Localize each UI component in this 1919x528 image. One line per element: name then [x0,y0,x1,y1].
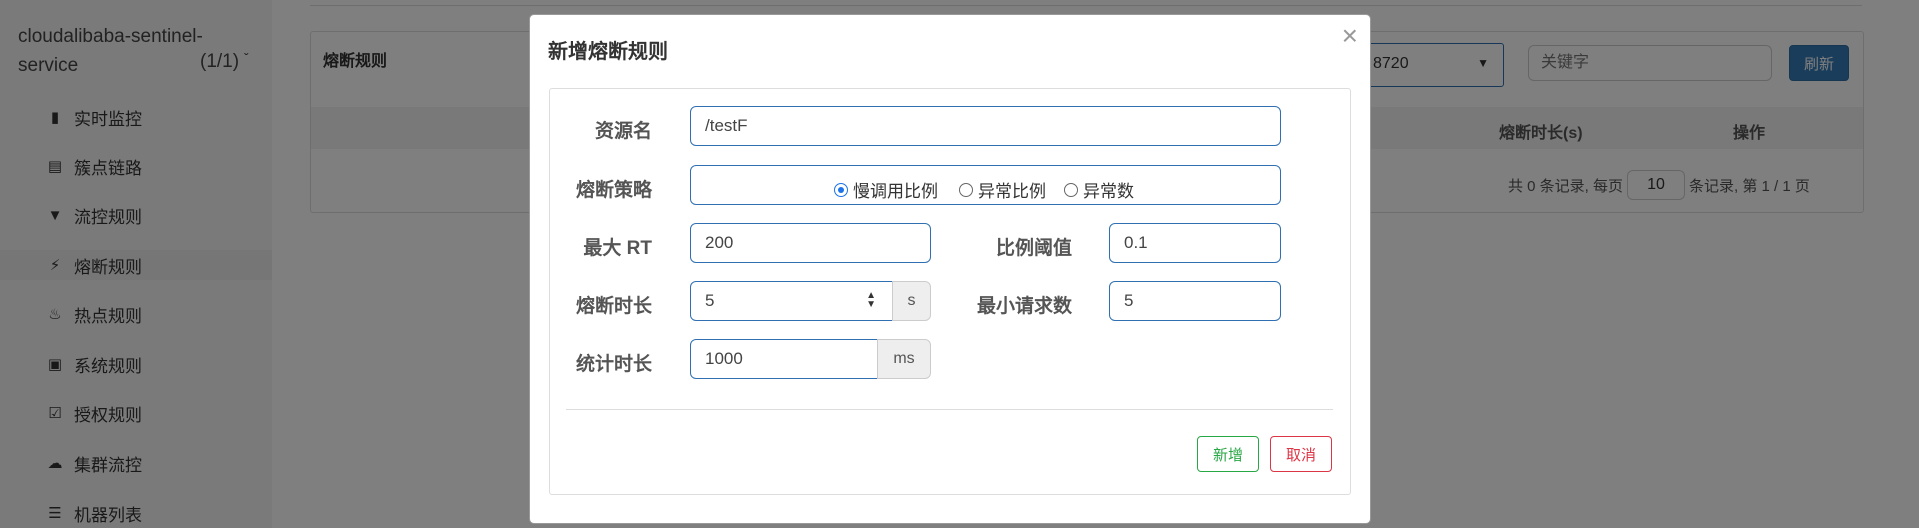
radio-label: 异常比例 [978,182,1046,201]
strategy-radio-group: 慢调用比例 异常比例 异常数 [690,165,1281,205]
break-duration-label: 熔断时长 [575,296,652,317]
radio-error-ratio[interactable]: 异常比例 [959,177,1046,202]
add-button[interactable]: 新增 [1197,436,1259,472]
spinner-arrows-icon[interactable]: ▲ ▼ [866,291,876,310]
break-duration-value: 5 [705,291,715,310]
radio-unselected-icon [959,182,973,197]
stat-duration-input[interactable]: 1000 [690,339,878,379]
stat-duration-unit: ms [877,339,931,379]
resource-label: 资源名 [594,121,652,142]
stat-duration-label: 统计时长 [575,354,652,375]
radio-unselected-icon [1064,182,1078,197]
break-duration-input[interactable]: 5 ▲ ▼ [690,281,893,321]
resource-name-input[interactable]: /testF [690,106,1281,146]
min-requests-label: 最小请求数 [976,296,1072,317]
radio-slow-ratio[interactable]: 慢调用比例 [834,177,938,202]
radio-selected-icon [834,182,848,197]
modal-title: 新增熔断规则 [548,41,668,63]
ratio-threshold-input[interactable]: 0.1 [1109,223,1281,263]
radio-label: 慢调用比例 [853,182,938,201]
max-rt-input[interactable]: 200 [690,223,931,263]
close-icon[interactable]: × [1342,21,1358,51]
strategy-label: 熔断策略 [575,180,652,201]
max-rt-label: 最大 RT [583,238,652,259]
radio-error-count[interactable]: 异常数 [1064,177,1134,202]
min-requests-input[interactable]: 5 [1109,281,1281,321]
cancel-button[interactable]: 取消 [1270,436,1332,472]
ratio-threshold-label: 比例阈值 [995,238,1072,259]
radio-label: 异常数 [1083,182,1134,201]
break-duration-unit: s [892,281,931,321]
modal-divider [566,409,1333,410]
